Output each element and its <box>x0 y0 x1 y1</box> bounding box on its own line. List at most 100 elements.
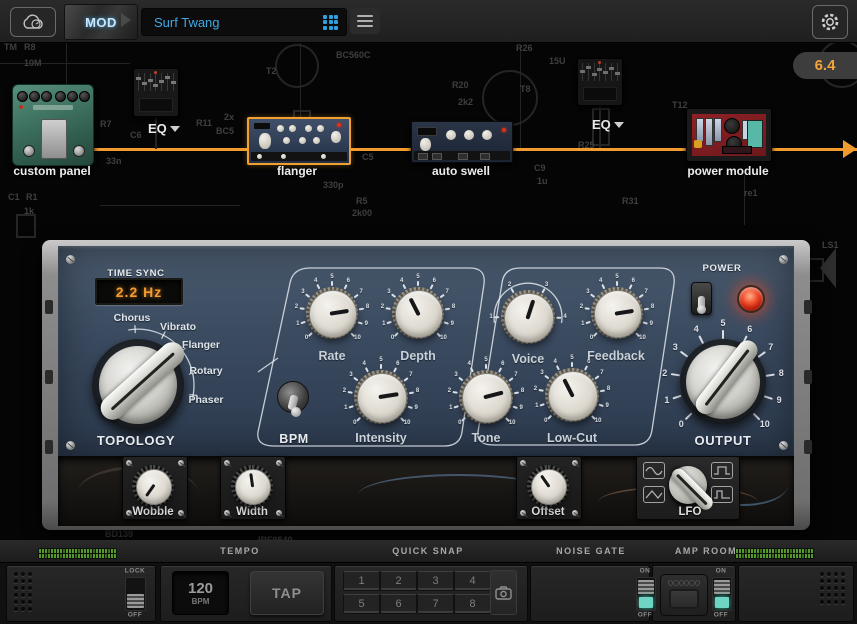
circuit-background-label: re1 <box>744 188 758 198</box>
wobble-knob[interactable] <box>131 464 175 508</box>
knob-tick-value: 2 <box>580 304 583 310</box>
settings-button[interactable] <box>812 5 848 39</box>
width-knob[interactable] <box>230 464 274 508</box>
circuit-background-label: C1 <box>8 192 20 202</box>
circuit-background-label: R7 <box>100 119 112 129</box>
knob-tick-mark <box>391 293 396 297</box>
chain-device-label: power module <box>687 164 768 178</box>
quick-snap-slot-6[interactable]: 6 <box>380 594 417 614</box>
panel-screw <box>779 255 788 264</box>
tone-knob[interactable]: 012345678910 <box>446 357 526 437</box>
output-drag-handle[interactable] <box>820 572 845 604</box>
knob-tick-mark <box>758 351 766 358</box>
cloud-sync-button[interactable] <box>10 7 56 37</box>
topology-option-phaser[interactable]: Phaser <box>188 394 223 406</box>
sine-wave-icon[interactable] <box>643 462 665 479</box>
intensity-label: Intensity <box>355 431 406 445</box>
knob-tick-value: 5 <box>330 274 333 280</box>
knob-tick-value: 7 <box>359 289 362 295</box>
rate-label: Rate <box>318 349 345 363</box>
intensity-knob[interactable]: 012345678910 <box>341 357 421 437</box>
noise-gate-switch[interactable] <box>636 577 656 611</box>
chain-device-auto-swell[interactable] <box>411 121 513 163</box>
feedback-knob[interactable]: 012345678910 <box>578 274 656 352</box>
knob-tick-mark <box>513 405 518 408</box>
circuit-background-label: 2x <box>224 112 234 122</box>
quick-snap-section-label: QUICK SNAP <box>392 546 464 556</box>
knob-tick-mark <box>470 367 474 372</box>
amp-room-cabinet-icon[interactable] <box>660 574 708 616</box>
quick-snap-slot-1[interactable]: 1 <box>343 571 380 591</box>
knob-tick-value: 7 <box>600 370 603 376</box>
circuit-background-label: TM <box>4 42 17 52</box>
topology-option-flanger[interactable]: Flanger <box>182 339 220 351</box>
input-drag-handle[interactable] <box>14 572 32 611</box>
quick-snap-capture-button[interactable] <box>490 570 517 615</box>
knob-tick-value: 2 <box>343 388 346 394</box>
main-output-knob[interactable]: 012345678910 <box>656 315 790 449</box>
quick-snap-slot-5[interactable]: 5 <box>343 594 380 614</box>
depth-knob[interactable]: 012345678910 <box>379 274 457 352</box>
category-thumbnail-mod[interactable]: MOD <box>64 4 138 40</box>
eq-dropdown-label: EQ <box>592 117 611 132</box>
offset-knob[interactable] <box>526 464 570 508</box>
knob-tick-value: 6 <box>747 324 752 334</box>
square-wave-icon[interactable] <box>711 462 733 479</box>
circuit-background-label: 1u <box>537 176 548 186</box>
knob-tick-mark <box>722 330 724 339</box>
chain-device-flanger-selected[interactable] <box>247 117 351 165</box>
quick-snap-slot-7[interactable]: 7 <box>417 594 454 614</box>
input-lock-switch[interactable] <box>125 577 146 611</box>
knob-tick-value: 3 <box>586 289 589 295</box>
circuit-background-label: T8 <box>520 84 531 94</box>
circuit-background-label: C5 <box>362 152 374 162</box>
knob-tick-mark <box>671 373 680 376</box>
noise-gate-section <box>530 565 650 622</box>
knob-tick-mark <box>404 377 409 381</box>
circuit-transistor-decoration <box>482 70 538 126</box>
knob-tick-value: 7 <box>768 342 773 352</box>
power-toggle[interactable] <box>691 282 712 315</box>
knob-tick-value: 4 <box>468 361 471 367</box>
preset-grid-icon[interactable] <box>323 15 338 30</box>
time-sync-display[interactable]: 2.2 Hz <box>95 278 183 305</box>
input-lock-off-label: OFF <box>128 612 143 619</box>
quick-snap-slot-2[interactable]: 2 <box>380 571 417 591</box>
chain-device-power-module[interactable] <box>686 108 772 162</box>
knob-tick-mark <box>454 405 459 408</box>
quick-snap-slot-3[interactable]: 3 <box>417 571 454 591</box>
knob-tick-value: 3 <box>454 372 457 378</box>
preset-selector[interactable]: Surf Twang <box>141 8 347 36</box>
output-level-value: 6.4 <box>815 57 836 74</box>
topology-option-chorus[interactable]: Chorus <box>114 312 151 324</box>
chain-device-custom-panel[interactable] <box>12 84 94 166</box>
chain-device-eq-1[interactable] <box>133 68 179 117</box>
tap-tempo-button[interactable]: TAP <box>250 571 324 615</box>
quick-snap-slot-4[interactable]: 4 <box>454 571 491 591</box>
signal-chain-arrow-icon <box>843 140 857 158</box>
bpm-display[interactable]: 120 BPM <box>172 571 229 615</box>
chain-device-eq-2[interactable] <box>577 58 623 106</box>
knob-tick-mark <box>514 391 519 393</box>
voice-knob[interactable]: 1234 <box>488 277 568 357</box>
knob-tick-value: 5 <box>416 274 419 280</box>
rate-knob[interactable]: 012345678910 <box>293 274 371 352</box>
amp-room-switch[interactable] <box>712 577 732 611</box>
output-level-badge[interactable]: 6.4 <box>793 52 857 79</box>
eq-dropdown-2[interactable]: EQ <box>592 117 624 132</box>
noise-gate-section-label: NOISE GATE <box>556 546 626 556</box>
knob-tick-value: 4 <box>400 278 403 284</box>
eq-dropdown-label: EQ <box>148 121 167 136</box>
topology-option-vibrato[interactable]: Vibrato <box>160 321 196 333</box>
knob-tick-value: 2 <box>508 282 511 288</box>
quick-snap-slot-8[interactable]: 8 <box>454 594 491 614</box>
topology-option-rotary[interactable]: Rotary <box>189 365 222 377</box>
triangle-wave-icon[interactable] <box>643 486 665 503</box>
knob-tick-mark <box>349 405 354 408</box>
lowcut-knob[interactable]: 012345678910 <box>532 355 612 435</box>
eq-dropdown-1[interactable]: EQ <box>148 121 180 136</box>
pulse-wave-icon[interactable] <box>711 486 733 503</box>
menu-button[interactable] <box>350 8 380 34</box>
knob-tick-mark <box>766 373 775 376</box>
knob-tick-value: 1 <box>344 405 347 411</box>
